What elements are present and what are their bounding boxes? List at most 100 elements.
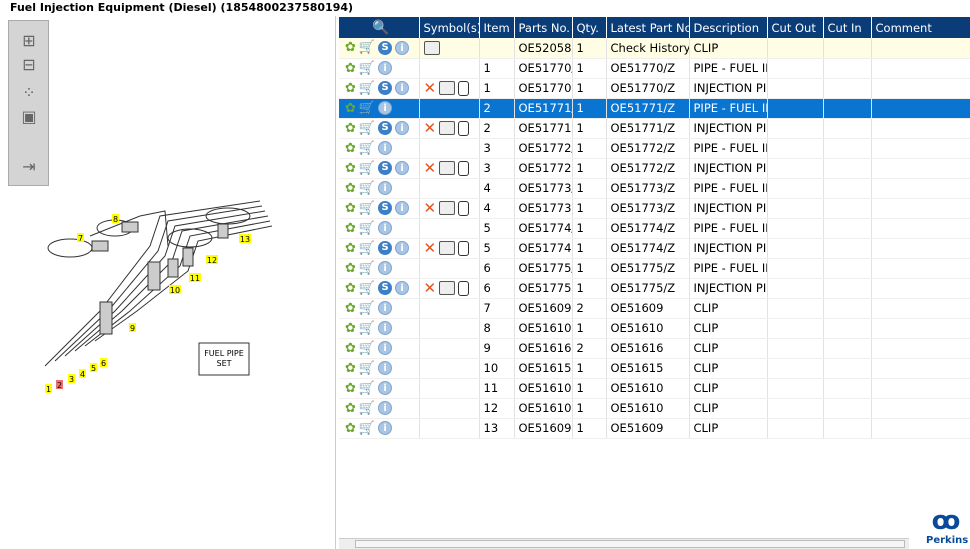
gear-icon[interactable]: ✿: [345, 341, 356, 356]
parts-diagram[interactable]: FUEL PIPE SET 1 2 3 4 5 6 7 8 9 10 11 12…: [0, 16, 336, 549]
info-icon[interactable]: i: [378, 341, 393, 355]
callout-9[interactable]: 9: [130, 324, 135, 333]
s-icon[interactable]: S: [378, 121, 393, 135]
search-column-header[interactable]: 🔍: [339, 17, 420, 38]
history-book-icon[interactable]: [439, 81, 456, 95]
cross-icon[interactable]: ✕: [424, 119, 437, 137]
cart-icon[interactable]: 🛒: [359, 261, 375, 276]
callout-7[interactable]: 7: [78, 234, 83, 243]
cart-icon[interactable]: 🛒: [359, 121, 375, 136]
table-row[interactable]: ✿🛒i 1OE51770/Z 1OE51770/Z PIPE - FUEL IN…: [339, 58, 970, 79]
s-icon[interactable]: S: [378, 241, 393, 255]
info-icon[interactable]: i: [395, 161, 410, 175]
column-header[interactable]: Comment: [871, 17, 970, 38]
callout-11[interactable]: 11: [190, 274, 200, 283]
column-header[interactable]: Item: [479, 17, 515, 38]
info-icon[interactable]: i: [378, 421, 393, 435]
cylinder-icon[interactable]: [458, 160, 470, 176]
column-header[interactable]: Symbol(s): [419, 17, 480, 38]
history-book-icon[interactable]: [423, 41, 440, 55]
table-row[interactable]: ✿ 🛒 i 8 OE51610 1 OE51610 CLIP: [339, 318, 970, 339]
table-row[interactable]: ✿ 🛒 i 13 OE51609 1 OE51609 CLIP: [339, 418, 970, 439]
gear-icon[interactable]: ✿: [345, 40, 356, 55]
gear-icon[interactable]: ✿: [345, 281, 356, 296]
info-icon[interactable]: i: [395, 281, 410, 295]
gear-icon[interactable]: ✿: [345, 61, 356, 76]
cart-icon[interactable]: 🛒: [359, 381, 375, 396]
table-row[interactable]: ✿🛒i 5OE51774/Z 1OE51774/Z PIPE - FUEL IN…: [339, 218, 970, 239]
info-icon[interactable]: i: [378, 301, 393, 315]
s-icon[interactable]: S: [378, 40, 393, 55]
callout-10[interactable]: 10: [170, 286, 180, 295]
history-book-icon[interactable]: [439, 241, 456, 255]
gear-icon[interactable]: ✿: [345, 121, 356, 136]
s-icon[interactable]: S: [378, 161, 393, 175]
cart-icon[interactable]: 🛒: [359, 181, 375, 196]
table-row[interactable]: ✿🛒i 3OE51772/Z 1OE51772/Z PIPE - FUEL IN…: [339, 138, 970, 159]
info-icon[interactable]: i: [378, 361, 393, 375]
cross-icon[interactable]: ✕: [424, 199, 437, 217]
gear-icon[interactable]: ✿: [345, 401, 356, 416]
gear-icon[interactable]: ✿: [345, 201, 356, 216]
cross-icon[interactable]: ✕: [424, 79, 437, 97]
column-header[interactable]: Cut In: [823, 17, 872, 38]
gear-icon[interactable]: ✿: [345, 221, 356, 236]
cylinder-icon[interactable]: [458, 240, 470, 256]
table-row[interactable]: ✿ 🛒 i 10 OE51615 1 OE51615 CLIP: [339, 358, 970, 379]
info-icon[interactable]: i: [378, 61, 393, 75]
cart-icon[interactable]: 🛒: [359, 301, 375, 316]
table-row[interactable]: ✿ 🛒 i 12 OE51610 1 OE51610 CLIP: [339, 398, 970, 419]
gear-icon[interactable]: ✿: [345, 241, 356, 256]
callout-8[interactable]: 8: [113, 215, 118, 224]
cylinder-icon[interactable]: [458, 80, 470, 96]
s-icon[interactable]: S: [378, 81, 393, 95]
cart-icon[interactable]: 🛒: [359, 161, 375, 176]
zoom-in-icon[interactable]: ⊞: [19, 31, 39, 50]
cart-icon[interactable]: 🛒: [359, 81, 375, 96]
history-book-icon[interactable]: [439, 161, 456, 175]
cross-icon[interactable]: ✕: [424, 239, 437, 257]
table-row[interactable]: ✿🛒Si✕ 4OE51773 1OE51773/Z INJECTION PIPE: [339, 198, 970, 219]
search-icon[interactable]: 🔍: [372, 20, 389, 36]
cart-icon[interactable]: 🛒: [359, 201, 375, 216]
cross-icon[interactable]: ✕: [424, 159, 437, 177]
scrollbar-thumb[interactable]: [355, 540, 905, 548]
cart-icon[interactable]: 🛒: [359, 101, 375, 116]
s-icon[interactable]: S: [378, 201, 393, 215]
callout-6[interactable]: 6: [101, 359, 106, 368]
cylinder-icon[interactable]: [458, 280, 470, 296]
table-row[interactable]: ✿ 🛒 Si OE52058 1 Check History CLIP: [339, 38, 970, 59]
info-icon[interactable]: i: [378, 381, 393, 395]
info-icon[interactable]: i: [395, 40, 410, 55]
callout-1[interactable]: 1: [46, 385, 51, 394]
cylinder-icon[interactable]: [458, 120, 470, 136]
info-icon[interactable]: i: [378, 261, 393, 275]
table-row[interactable]: ✿🛒Si✕ 1OE51770 1OE51770/Z INJECTION PIPE: [339, 78, 970, 99]
info-icon[interactable]: i: [395, 241, 410, 255]
info-icon[interactable]: i: [378, 401, 393, 415]
cross-icon[interactable]: ✕: [424, 279, 437, 297]
info-icon[interactable]: i: [378, 101, 393, 115]
cart-icon[interactable]: 🛒: [359, 281, 375, 296]
gear-icon[interactable]: ✿: [345, 381, 356, 396]
actual-size-icon[interactable]: ▣: [19, 107, 39, 126]
gear-icon[interactable]: ✿: [345, 141, 356, 156]
column-header[interactable]: Latest Part No.: [606, 17, 690, 38]
gear-icon[interactable]: ✿: [345, 161, 356, 176]
table-row[interactable]: ✿🛒Si✕ 2OE51771 1OE51771/Z INJECTION PIPE: [339, 118, 970, 139]
callout-2[interactable]: 2: [57, 381, 62, 390]
column-header[interactable]: Qty.: [572, 17, 607, 38]
horizontal-scrollbar[interactable]: [339, 538, 909, 549]
cart-icon[interactable]: 🛒: [359, 341, 375, 356]
cart-icon[interactable]: 🛒: [359, 141, 375, 156]
info-icon[interactable]: i: [378, 181, 393, 195]
history-book-icon[interactable]: [439, 201, 456, 215]
column-header[interactable]: Parts No.: [514, 17, 573, 38]
callout-12[interactable]: 12: [207, 256, 217, 265]
cart-icon[interactable]: 🛒: [359, 401, 375, 416]
info-icon[interactable]: i: [395, 81, 410, 95]
cart-icon[interactable]: 🛒: [359, 241, 375, 256]
gear-icon[interactable]: ✿: [345, 81, 356, 96]
cart-icon[interactable]: 🛒: [359, 221, 375, 236]
table-row[interactable]: ✿🛒Si✕ 5OE51774 1OE51774/Z INJECTION PIPE: [339, 238, 970, 259]
